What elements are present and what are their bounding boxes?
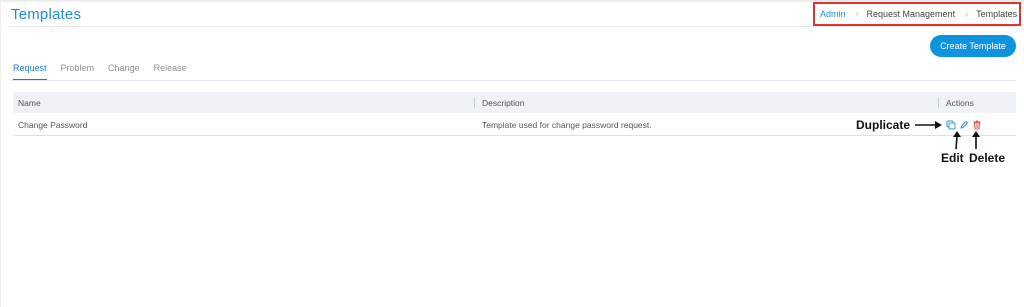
templates-table: Name Description Actions Change Password… (13, 92, 1016, 136)
tabs-divider (11, 80, 1016, 81)
chevron-right-icon: › (855, 9, 859, 19)
tab-change[interactable]: Change (108, 63, 140, 81)
column-divider (938, 97, 939, 108)
annotation-delete: Delete (969, 151, 1006, 165)
table-header: Name Description Actions (13, 92, 1016, 113)
breadcrumb: Admin › Request Management › Templates (813, 2, 1021, 26)
template-tabs: Request Problem Change Release (13, 63, 201, 81)
column-divider (474, 97, 475, 108)
template-name[interactable]: Change Password (18, 113, 87, 136)
column-header-name[interactable]: Name (18, 92, 41, 113)
tab-problem[interactable]: Problem (61, 63, 95, 81)
header-divider (7, 26, 1018, 27)
column-header-description[interactable]: Description (482, 92, 525, 113)
breadcrumb-item-admin[interactable]: Admin (820, 9, 846, 19)
trash-icon[interactable] (972, 120, 982, 130)
annotation-edit: Edit (941, 151, 964, 165)
tab-request[interactable]: Request (13, 63, 47, 81)
arrow-up-icon (972, 131, 980, 149)
create-template-button[interactable]: Create Template (930, 35, 1016, 57)
column-header-actions: Actions (946, 97, 974, 108)
copy-icon[interactable] (946, 120, 956, 130)
pencil-icon[interactable] (959, 120, 969, 130)
page: Templates Admin › Request Management › T… (0, 0, 1024, 307)
page-title: Templates (11, 6, 82, 23)
template-description: Template used for change password reques… (482, 119, 652, 130)
breadcrumb-item-request-management[interactable]: Request Management (867, 9, 956, 19)
arrow-right-icon (915, 121, 942, 129)
chevron-right-icon: › (965, 9, 969, 19)
arrow-up-icon (953, 131, 961, 150)
breadcrumb-item-templates: Templates (976, 9, 1018, 19)
tab-release[interactable]: Release (154, 63, 187, 81)
annotation-duplicate: Duplicate (856, 118, 911, 132)
